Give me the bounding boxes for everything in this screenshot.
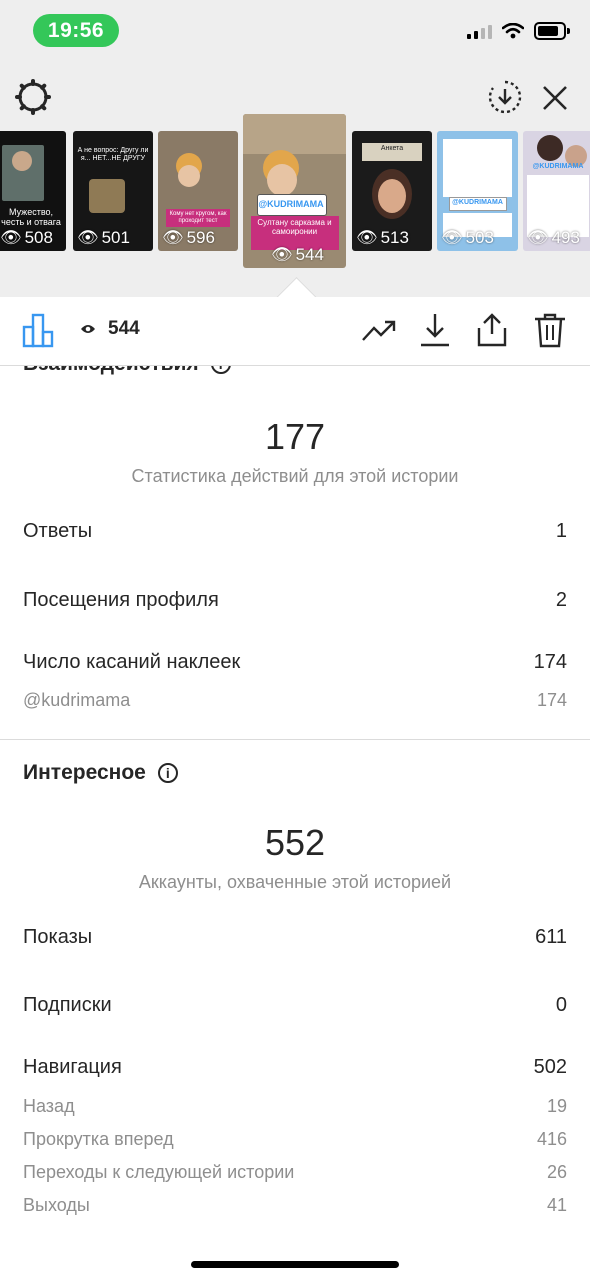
views-count: 544 (80, 318, 140, 340)
discovery-title: Интересное (23, 761, 146, 784)
thumbnail-caption: Кому нет кругом, как проходит тест (169, 211, 227, 224)
eye-icon: 👁 (162, 228, 184, 247)
stat-value: 502 (533, 1056, 567, 1078)
eye-icon: 👁 (0, 228, 22, 247)
discovery-total: 552 (264, 822, 326, 863)
promote-button[interactable] (360, 313, 398, 349)
settings-button[interactable] (14, 78, 52, 116)
stat-label: Навигация (23, 1056, 122, 1078)
story-thumbnail[interactable]: Мужество, честь и отвага 👁 508 (0, 131, 66, 251)
stat-label: Подписки (23, 994, 112, 1016)
stat-label: Переходы к следующей истории (23, 1162, 295, 1182)
thumbnail-views: 👁 508 (0, 228, 53, 247)
section-divider (0, 739, 590, 740)
interactions-total: 177 (264, 416, 326, 457)
stat-value: 1 (555, 520, 567, 542)
stat-label: Прокрутка вперед (23, 1129, 174, 1149)
story-thumbnail[interactable]: @KUDRIMAMA 👁 503 (437, 131, 518, 251)
share-icon (477, 313, 507, 347)
eye-icon: 👁 (271, 245, 293, 264)
story-tray: 19:56 Мужество, честь и отвага 👁 508 А н… (0, 0, 590, 297)
story-thumbnail-selected[interactable]: @KUDRIMAMA Султану сарказма и самоиронии… (243, 114, 346, 268)
stat-row: Ответы 1 (23, 520, 567, 543)
stat-sub-row: Переходы к следующей истории 26 (23, 1162, 567, 1183)
eye-icon: 👁 (356, 228, 378, 247)
story-thumbnail[interactable]: Кому нет кругом, как проходит тест 👁 596 (158, 131, 238, 251)
stat-value: 41 (546, 1195, 567, 1215)
thumbnail-caption: @KUDRIMAMA (532, 163, 584, 170)
discovery-header: Интересное i (23, 761, 178, 785)
stat-label: Показы (23, 926, 93, 948)
stat-row: Показы 611 (23, 926, 567, 949)
eye-icon (81, 325, 95, 333)
thumbnail-views: 👁 493 (527, 228, 580, 247)
circle-download-icon (488, 80, 522, 114)
stat-value: 26 (546, 1162, 567, 1182)
thumbnail-views: 👁 596 (162, 228, 215, 247)
stat-label: Число касаний наклеек (23, 651, 241, 673)
close-icon (543, 86, 567, 110)
stat-sub-row: Выходы 41 (23, 1195, 567, 1216)
stat-sub-row: Прокрутка вперед 416 (23, 1129, 567, 1150)
story-thumbnail[interactable]: @KUDRIMAMA 👁 493 (523, 131, 590, 251)
thumbnail-caption: @KUDRIMAMA (452, 199, 503, 206)
interactions-caption: Статистика действий для этой истории (131, 466, 459, 486)
stat-label: Посещения профиля (23, 589, 219, 611)
battery-icon (534, 22, 570, 40)
stat-label: Ответы (23, 520, 93, 542)
save-button[interactable] (418, 311, 452, 349)
thumbnail-views: 👁 513 (356, 228, 409, 247)
download-story-button[interactable] (486, 78, 524, 116)
thumbnail-views: 👁 501 (77, 228, 130, 247)
info-icon[interactable]: i (157, 763, 178, 783)
discovery-caption: Аккаунты, охваченные этой историей (138, 872, 452, 892)
stat-label: Назад (23, 1096, 75, 1116)
insights-button[interactable] (20, 311, 58, 349)
stat-row: Посещения профиля 2 (23, 589, 567, 612)
stat-row: Подписки 0 (23, 994, 567, 1017)
action-bar: 544 (0, 297, 590, 366)
eye-icon: 👁 (77, 228, 99, 247)
thumbnail-views: 👁 503 (441, 228, 494, 247)
stat-sub-row: Назад 19 (23, 1096, 567, 1117)
home-indicator[interactable] (191, 1261, 399, 1268)
delete-button[interactable] (532, 311, 568, 349)
eye-icon: 👁 (441, 228, 463, 247)
status-icons (467, 22, 570, 40)
stat-value: 174 (536, 690, 567, 710)
stat-value: 416 (536, 1129, 567, 1149)
stat-value: 2 (555, 589, 567, 611)
brand-sticker-text: @KUDRIMAMA (258, 199, 324, 209)
stat-value: 0 (555, 994, 567, 1016)
stat-label: @kudrimama (23, 690, 131, 710)
story-thumbnail[interactable]: Анкета 👁 513 (352, 131, 432, 251)
thumbnail-caption: А не вопрос: Другу ли я... НЕТ...НЕ ДРУГ… (77, 147, 149, 162)
bar-chart-icon (22, 313, 54, 348)
share-button[interactable] (474, 311, 510, 349)
stat-row: Число касаний наклеек 174 (23, 651, 567, 674)
stat-row: Навигация 502 (23, 1056, 567, 1079)
eye-icon: 👁 (527, 228, 549, 247)
wifi-icon (502, 23, 524, 39)
stat-value: 611 (535, 926, 567, 948)
stat-label: Выходы (23, 1195, 90, 1215)
download-icon (421, 314, 449, 347)
thumbnail-caption: Мужество, честь и отвага (1, 207, 61, 227)
story-thumbnail[interactable]: А не вопрос: Другу ли я... НЕТ...НЕ ДРУГ… (73, 131, 153, 251)
thumbnail-caption: Анкета (380, 145, 404, 152)
trend-arrow-icon (362, 320, 396, 341)
stat-value: 19 (546, 1096, 567, 1116)
thumbnail-views: 👁 544 (271, 245, 324, 264)
gear-icon (15, 79, 51, 115)
stat-sub-row: @kudrimama 174 (23, 690, 567, 711)
trash-icon (535, 313, 565, 348)
thumbnail-caption: Султану сарказма и самоиронии (257, 218, 332, 236)
status-time: 19:56 (33, 14, 119, 47)
signal-icon (467, 23, 492, 39)
views-value: 544 (108, 318, 140, 339)
stat-value: 174 (533, 651, 567, 673)
close-button[interactable] (538, 81, 572, 115)
